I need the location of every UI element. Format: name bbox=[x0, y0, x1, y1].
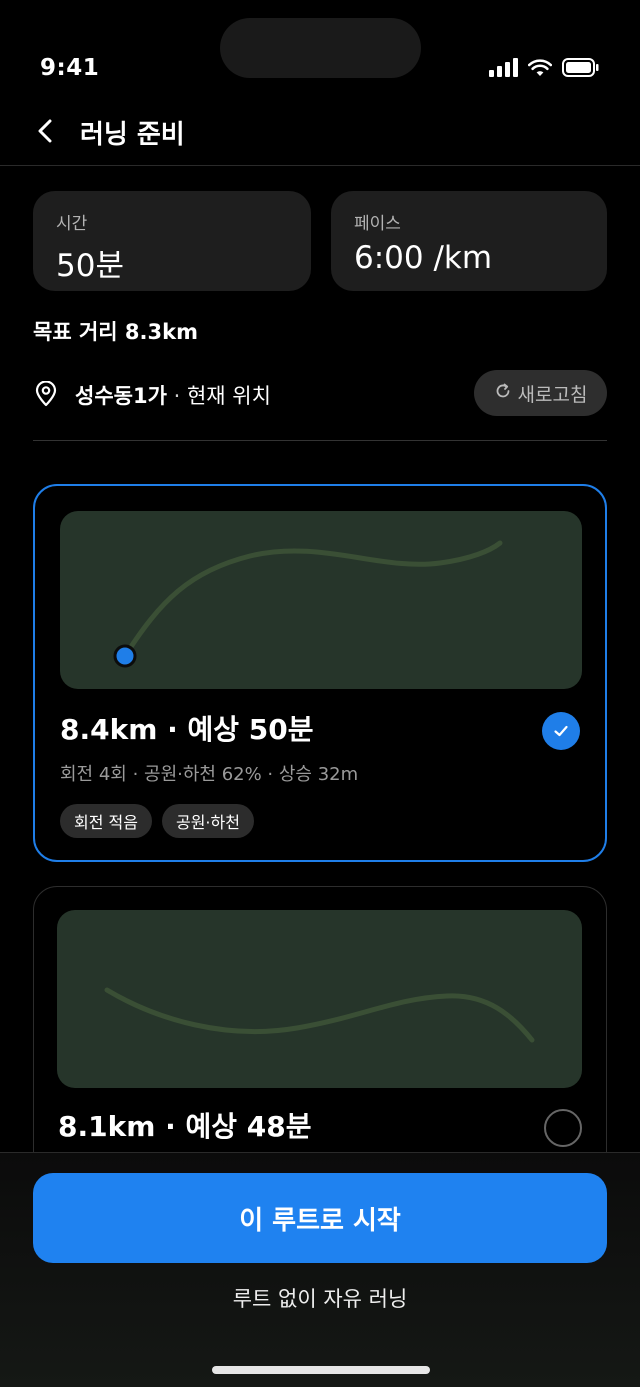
time-value: 50분 bbox=[56, 248, 124, 284]
route-map-preview bbox=[57, 910, 582, 1088]
wifi-icon bbox=[528, 58, 552, 77]
location-row: 성수동1가 · 현재 위치 새로고침 bbox=[33, 370, 607, 416]
page-title: 러닝 준비 bbox=[80, 120, 185, 150]
route-card-selected[interactable]: 8.4km · 예상 50분 회전 4회 · 공원·하천 62% · 상승 32… bbox=[33, 484, 607, 862]
pace-stat-card[interactable]: 페이스 6:00 /km bbox=[331, 191, 607, 291]
refresh-button[interactable]: 새로고침 bbox=[474, 370, 607, 416]
chevron-left-icon[interactable] bbox=[30, 114, 64, 148]
target-distance: 목표 거리 8.3km bbox=[33, 320, 198, 344]
location-suffix: 현재 위치 bbox=[186, 384, 271, 408]
radio-unselected[interactable] bbox=[544, 1109, 582, 1147]
route-tag: 공원·하천 bbox=[161, 804, 254, 838]
pace-value: 6:00 /km bbox=[354, 240, 493, 276]
route-tag: 회전 적음 bbox=[60, 804, 152, 838]
route-map-preview bbox=[60, 511, 582, 689]
check-icon[interactable] bbox=[542, 712, 580, 750]
time-label: 시간 bbox=[56, 214, 88, 234]
location-separator: · bbox=[166, 384, 187, 408]
route-tags: 회전 적음 공원·하천 bbox=[60, 804, 254, 838]
start-route-button[interactable]: 이 루트로 시작 bbox=[33, 1173, 607, 1263]
route-start-marker bbox=[113, 644, 137, 668]
route-title: 8.4km · 예상 50분 bbox=[60, 713, 314, 746]
status-time: 9:41 bbox=[40, 55, 100, 81]
free-run-link[interactable]: 루트 없이 자유 러닝 bbox=[0, 1283, 640, 1313]
bottom-action-sheet: 이 루트로 시작 루트 없이 자유 러닝 bbox=[0, 1152, 640, 1387]
home-indicator[interactable] bbox=[212, 1366, 430, 1374]
refresh-label: 새로고침 bbox=[517, 383, 588, 406]
location-name: 성수동1가 bbox=[75, 384, 167, 408]
status-bar: 9:41 bbox=[0, 0, 640, 100]
nav-bar: 러닝 준비 bbox=[0, 100, 640, 166]
map-pin-icon bbox=[33, 380, 59, 407]
refresh-icon bbox=[494, 382, 512, 405]
route-line bbox=[122, 540, 503, 659]
route-card[interactable]: 8.1km · 예상 48분 bbox=[33, 886, 607, 1186]
location-text: 성수동1가 · 현재 위치 bbox=[75, 380, 271, 410]
route-line bbox=[104, 987, 535, 1043]
pace-label: 페이스 bbox=[354, 214, 401, 234]
battery-icon bbox=[562, 58, 600, 77]
time-stat-card[interactable]: 시간 50분 bbox=[33, 191, 311, 291]
route-title: 8.1km · 예상 48분 bbox=[58, 1110, 312, 1143]
divider bbox=[33, 440, 607, 441]
dynamic-island bbox=[220, 18, 421, 78]
status-icons bbox=[489, 58, 600, 77]
route-meta: 회전 4회 · 공원·하천 62% · 상승 32m bbox=[60, 764, 359, 785]
signal-icon bbox=[489, 58, 518, 77]
